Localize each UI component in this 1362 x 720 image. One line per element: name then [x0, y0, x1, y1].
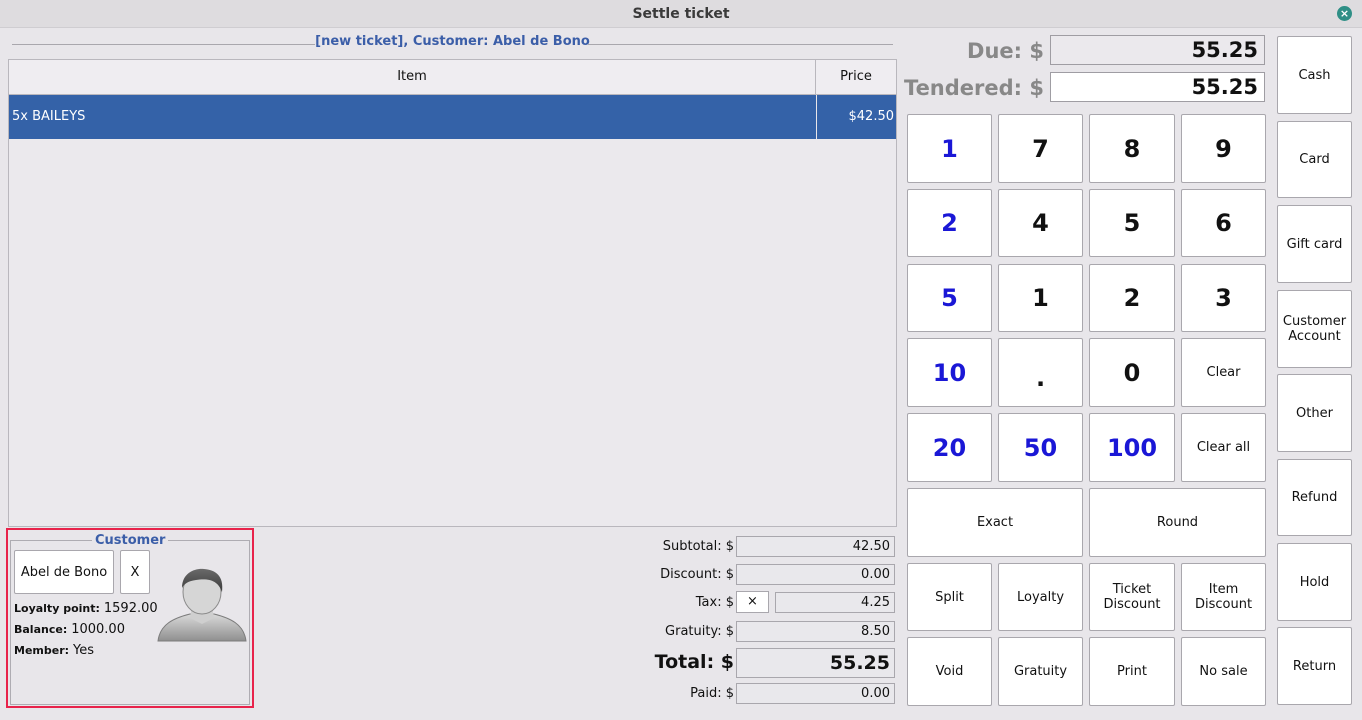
digit-5-button[interactable]: 5: [1089, 189, 1175, 257]
clear-button[interactable]: Clear: [1181, 338, 1266, 407]
void-button[interactable]: Void: [907, 637, 992, 706]
row-item-price: $42.50: [848, 109, 895, 124]
cash-button[interactable]: Cash: [1277, 36, 1352, 114]
discount-label: Discount: $: [660, 567, 734, 582]
gift-card-button[interactable]: Gift card: [1277, 205, 1352, 283]
digit-3-button[interactable]: 3: [1181, 264, 1266, 332]
total-label: Total: $: [654, 651, 734, 673]
card-button[interactable]: Card: [1277, 121, 1352, 198]
gratuity-label: Gratuity: $: [665, 624, 734, 639]
round-amount-button[interactable]: Round: [1089, 488, 1266, 557]
quick-amount-2-button[interactable]: 2: [907, 189, 992, 257]
ticket-header: [new ticket], Customer: Abel de Bono: [12, 34, 893, 52]
remove-customer-button[interactable]: X: [120, 550, 150, 594]
membership: Member: Yes: [14, 643, 94, 658]
column-header-price[interactable]: Price: [816, 60, 896, 94]
row-item-name: 5x BAILEYS: [12, 109, 86, 124]
tendered-input[interactable]: 55.25: [1050, 72, 1265, 102]
balance-value: 1000.00: [71, 622, 125, 637]
ticket-discount-button[interactable]: Ticket Discount: [1089, 563, 1175, 631]
digit-8-button[interactable]: 8: [1089, 114, 1175, 183]
close-icon[interactable]: ×: [1337, 6, 1352, 21]
quick-amount-1-button[interactable]: 1: [907, 114, 992, 183]
subtotal-label: Subtotal: $: [662, 539, 734, 554]
quick-amount-20-button[interactable]: 20: [907, 413, 992, 482]
refund-button[interactable]: Refund: [1277, 459, 1352, 536]
quick-amount-50-button[interactable]: 50: [998, 413, 1083, 482]
balance: Balance: 1000.00: [14, 622, 125, 637]
split-button[interactable]: Split: [907, 563, 992, 631]
table-header: Item Price: [9, 60, 896, 95]
decimal-point-button[interactable]: .: [998, 338, 1083, 407]
quick-amount-5-button[interactable]: 5: [907, 264, 992, 332]
window-title: Settle ticket: [632, 6, 730, 22]
tax-label: Tax: $: [695, 595, 734, 610]
customer-account-button[interactable]: Customer Account: [1277, 290, 1352, 368]
member-label: Member:: [14, 644, 70, 657]
quick-amount-10-button[interactable]: 10: [907, 338, 992, 407]
discount-field: 0.00: [736, 564, 895, 585]
loyalty-label: Loyalty point:: [14, 602, 100, 615]
tax-toggle-button[interactable]: ×: [736, 591, 769, 613]
digit-9-button[interactable]: 9: [1181, 114, 1266, 183]
avatar: [157, 568, 247, 642]
window-titlebar: Settle ticket ×: [0, 0, 1362, 28]
no-sale-button[interactable]: No sale: [1181, 637, 1266, 706]
item-discount-button[interactable]: Item Discount: [1181, 563, 1266, 631]
digit-0-button[interactable]: 0: [1089, 338, 1175, 407]
digit-4-button[interactable]: 4: [998, 189, 1083, 257]
tendered-label: Tendered: $: [904, 76, 1044, 100]
loyalty-points: Loyalty point: 1592.00: [14, 601, 158, 616]
gratuity-field: 8.50: [736, 621, 895, 642]
quick-amount-100-button[interactable]: 100: [1089, 413, 1175, 482]
gratuity-button[interactable]: Gratuity: [998, 637, 1083, 706]
loyalty-button[interactable]: Loyalty: [998, 563, 1083, 631]
paid-field: 0.00: [736, 683, 895, 704]
divider: [816, 95, 817, 139]
subtotal-field: 42.50: [736, 536, 895, 557]
tax-field: 4.25: [775, 592, 895, 613]
digit-2-button[interactable]: 2: [1089, 264, 1175, 332]
table-row[interactable]: 5x BAILEYS $42.50: [9, 95, 896, 139]
print-button[interactable]: Print: [1089, 637, 1175, 706]
return-button[interactable]: Return: [1277, 627, 1352, 705]
due-field: 55.25: [1050, 35, 1265, 65]
other-payment-button[interactable]: Other: [1277, 374, 1352, 452]
clear-all-button[interactable]: Clear all: [1181, 413, 1266, 482]
total-field: 55.25: [736, 648, 895, 678]
paid-label: Paid: $: [690, 686, 734, 701]
column-header-item[interactable]: Item: [9, 60, 816, 94]
ticket-title: [new ticket], Customer: Abel de Bono: [315, 34, 590, 49]
customer-name-button[interactable]: Abel de Bono: [14, 550, 114, 594]
loyalty-value: 1592.00: [103, 601, 158, 616]
digit-7-button[interactable]: 7: [998, 114, 1083, 183]
hold-button[interactable]: Hold: [1277, 543, 1352, 621]
digit-6-button[interactable]: 6: [1181, 189, 1266, 257]
exact-amount-button[interactable]: Exact: [907, 488, 1083, 557]
due-label: Due: $: [967, 39, 1044, 63]
digit-1-button[interactable]: 1: [998, 264, 1083, 332]
ticket-items-table: Item Price 5x BAILEYS $42.50: [8, 59, 897, 527]
member-value: Yes: [73, 643, 95, 658]
customer-panel-title: Customer: [92, 533, 169, 548]
balance-label: Balance:: [14, 623, 68, 636]
